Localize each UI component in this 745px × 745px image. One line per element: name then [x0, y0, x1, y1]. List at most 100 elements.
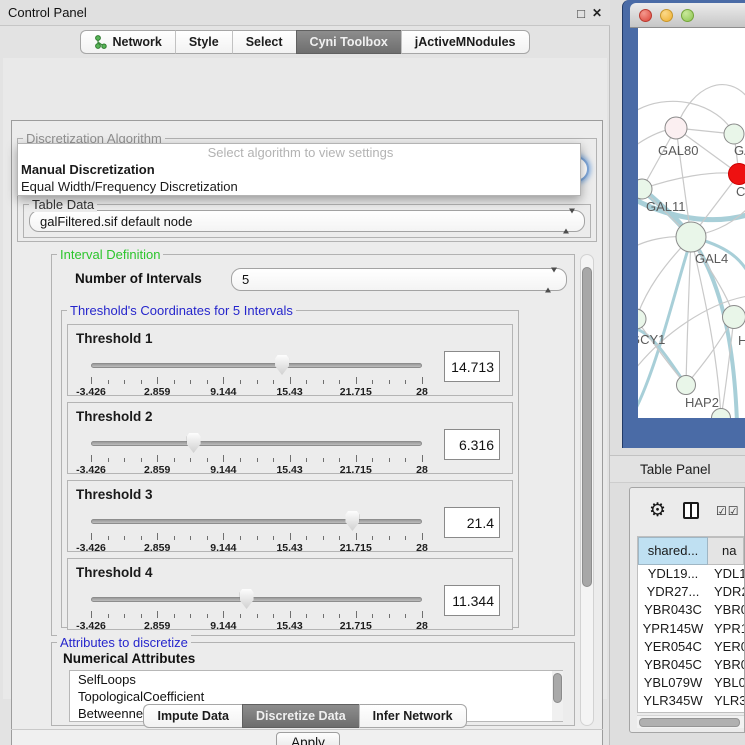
cell-name[interactable]: YBR0 — [708, 656, 744, 674]
cell-name[interactable]: YER0 — [708, 638, 744, 656]
table-row[interactable]: YBR045CYBR0 — [638, 656, 744, 674]
cell-name[interactable]: YDL1 — [708, 565, 744, 583]
table-row[interactable]: YPR145WYPR1 — [638, 620, 744, 638]
table-row[interactable]: YLR345WYLR3 — [638, 692, 744, 710]
threshold-4-value-field[interactable] — [444, 585, 500, 616]
tab-impute-data[interactable]: Impute Data — [143, 704, 242, 728]
network-node-selected[interactable] — [729, 164, 745, 185]
threshold-2-slider[interactable]: -3.4262.8599.14415.4321.71528 — [91, 433, 422, 473]
network-node-gal80[interactable] — [665, 117, 687, 139]
cell-name[interactable]: YBL0 — [708, 674, 744, 692]
threshold-2-value-field[interactable] — [444, 429, 500, 460]
dropdown-item-manual-discretization[interactable]: Manual Discretization — [18, 161, 580, 178]
tab-jactivemnodules[interactable]: jActiveMNodules — [401, 30, 530, 54]
slider-thumb[interactable] — [345, 511, 359, 531]
gear-icon[interactable]: ⚙ — [649, 499, 666, 522]
table-row[interactable]: YER054CYER0 — [638, 638, 744, 656]
settings-vertical-scrollbar[interactable] — [580, 254, 594, 726]
table-row[interactable]: YDR27...YDR2 — [638, 583, 744, 601]
slider-track[interactable] — [91, 519, 422, 524]
slider-tick — [290, 455, 291, 462]
cell-shared-name[interactable]: YBL079W — [638, 674, 708, 692]
cell-name[interactable]: YIL0 — [708, 711, 744, 713]
columns-icon[interactable] — [683, 502, 699, 519]
network-node[interactable] — [723, 306, 745, 329]
cell-name[interactable]: YDR2 — [708, 583, 744, 601]
dropdown-placeholder-item[interactable]: Select algorithm to view settings — [18, 144, 580, 161]
table-data-value: galFiltered.sif default node — [40, 211, 192, 233]
column-header-name[interactable]: na — [708, 537, 744, 565]
slider-track[interactable] — [91, 597, 422, 602]
tab-cyni-toolbox[interactable]: Cyni Toolbox — [296, 30, 401, 54]
cell-shared-name[interactable]: YPR145W — [638, 620, 708, 638]
cell-name[interactable]: YPR1 — [708, 620, 744, 638]
slider-thumb[interactable] — [275, 355, 289, 375]
cell-shared-name[interactable]: YER054C — [638, 638, 708, 656]
tab-style[interactable]: Style — [175, 30, 232, 54]
zoom-traffic-light-icon[interactable] — [681, 9, 694, 22]
close-traffic-light-icon[interactable] — [639, 9, 652, 22]
slider-track[interactable] — [91, 441, 422, 446]
tab-select[interactable]: Select — [232, 30, 296, 54]
apply-button[interactable]: Apply — [276, 732, 340, 745]
cell-shared-name[interactable]: YDL19... — [638, 565, 708, 583]
network-node-gal4[interactable] — [676, 222, 706, 252]
slider-tick — [356, 611, 357, 618]
cell-shared-name[interactable]: YBR043C — [638, 601, 708, 619]
attributes-scrollbar-thumb[interactable] — [553, 673, 562, 703]
threshold-3-value-field[interactable] — [444, 507, 500, 538]
cell-shared-name[interactable]: YBR045C — [638, 656, 708, 674]
network-node-hap2[interactable] — [677, 376, 696, 395]
cell-name[interactable]: YLR3 — [708, 692, 744, 710]
close-icon[interactable]: ✕ — [592, 6, 602, 20]
column-header-shared-name[interactable]: shared... — [638, 537, 708, 565]
checkbox-icons[interactable]: ☑☑ — [716, 504, 740, 518]
table-horizontal-scrollbar[interactable] — [637, 715, 744, 728]
network-edge — [686, 237, 691, 385]
slider-tick-label: 2.859 — [144, 542, 170, 554]
dropdown-item-equal-width-frequency[interactable]: Equal Width/Frequency Discretization — [18, 178, 580, 195]
tab-discretize-data[interactable]: Discretize Data — [242, 704, 359, 728]
cell-shared-name[interactable]: YDR27... — [638, 583, 708, 601]
threshold-4-slider[interactable]: -3.4262.8599.14415.4321.71528 — [91, 589, 422, 629]
threshold-1-value-field[interactable] — [444, 351, 500, 382]
slider-thumb[interactable] — [187, 433, 201, 453]
slider-tick-labels: -3.4262.8599.14415.4321.71528 — [91, 464, 422, 476]
attributes-group-title: Attributes to discretize — [57, 635, 191, 650]
network-edge — [642, 173, 739, 189]
slider-tick — [306, 458, 307, 462]
slider-tick-label: 21.715 — [340, 464, 372, 476]
attribute-item[interactable]: TopologicalCoefficient — [70, 688, 562, 705]
float-window-icon[interactable]: □ — [577, 6, 585, 21]
combo-stepper-icon — [545, 272, 557, 287]
tab-network[interactable]: Network — [80, 30, 174, 54]
network-node[interactable] — [724, 124, 744, 144]
table-data-combobox[interactable]: galFiltered.sif default node — [29, 210, 585, 232]
slider-tick — [240, 380, 241, 384]
table-row[interactable]: YBR043CYBR0 — [638, 601, 744, 619]
cell-shared-name[interactable]: YIL052C — [638, 711, 708, 713]
slider-thumb[interactable] — [240, 589, 254, 609]
table-row[interactable]: YIL052CYIL0 — [638, 711, 744, 713]
threshold-1-slider[interactable]: -3.4262.8599.14415.4321.71528 — [91, 355, 422, 395]
slider-tick — [124, 458, 125, 462]
settings-scrollbar-thumb[interactable] — [582, 267, 592, 587]
table-scrollbar-thumb[interactable] — [639, 718, 740, 727]
threshold-3-panel: Threshold 3 -3.4262.8599.14415.4321.7152… — [67, 480, 513, 552]
slider-tick — [405, 536, 406, 540]
slider-tick — [141, 458, 142, 462]
network-window-titlebar[interactable] — [630, 3, 745, 28]
number-of-intervals-combobox[interactable]: 5 — [231, 268, 567, 291]
minimize-traffic-light-icon[interactable] — [660, 9, 673, 22]
slider-track[interactable] — [91, 363, 422, 368]
network-canvas[interactable]: GAL80 GA C GAL11 GAL4 GCY1 H HAP2 — [638, 28, 745, 418]
cell-shared-name[interactable]: YLR345W — [638, 692, 708, 710]
tab-infer-network[interactable]: Infer Network — [359, 704, 467, 728]
table-row[interactable]: YBL079WYBL0 — [638, 674, 744, 692]
table-row[interactable]: YDL19...YDL1 — [638, 565, 744, 583]
cell-name[interactable]: YBR0 — [708, 601, 744, 619]
network-node-gcy1[interactable] — [638, 309, 646, 329]
threshold-3-slider[interactable]: -3.4262.8599.14415.4321.71528 — [91, 511, 422, 551]
attribute-item[interactable]: SelfLoops — [70, 671, 562, 688]
network-view-window[interactable]: GAL80 GA C GAL11 GAL4 GCY1 H HAP2 — [622, 0, 745, 448]
